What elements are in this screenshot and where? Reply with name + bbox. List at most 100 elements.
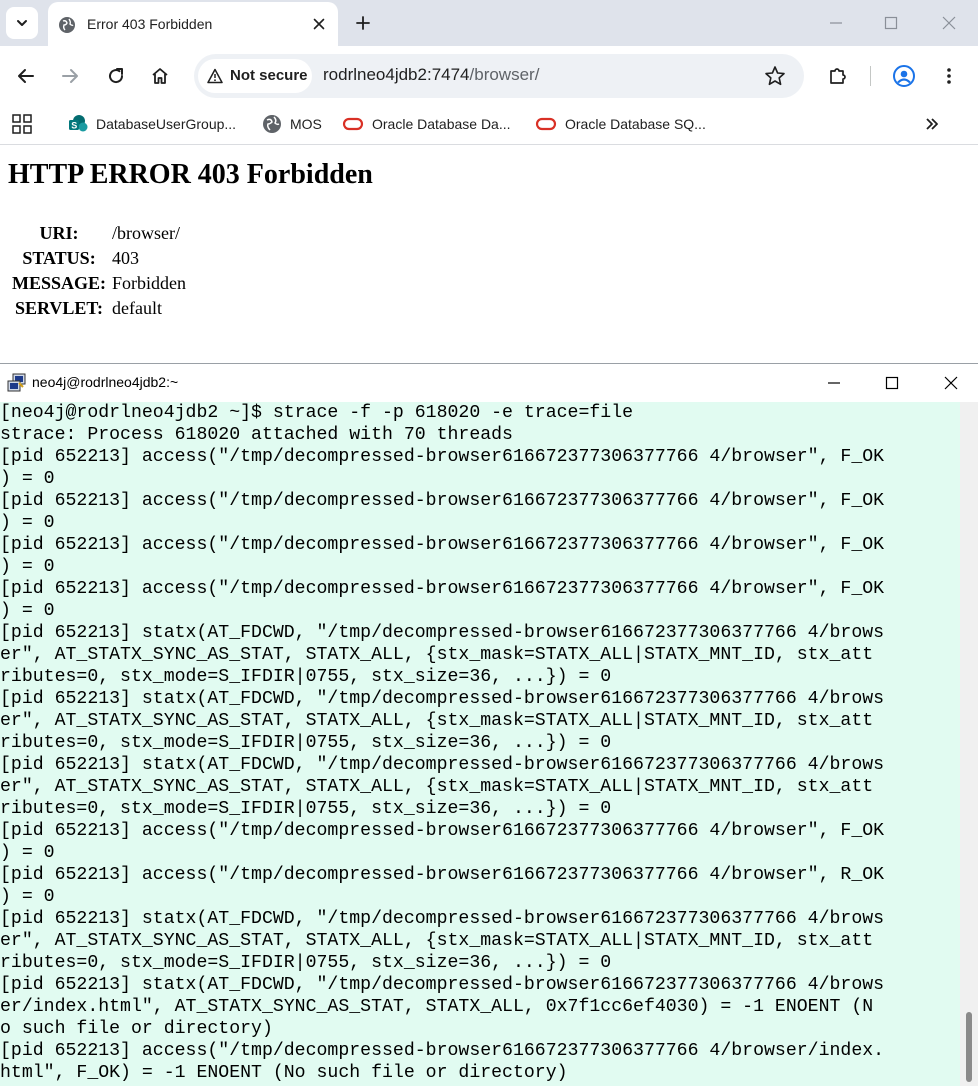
site-info-button[interactable]: Not secure	[198, 59, 312, 93]
browser-toolbar: Not secure rodrlneo4jdb2:7474/browser/	[0, 46, 978, 104]
uri-label: URI:	[39, 223, 79, 243]
terminal-line: er", AT_STATX_SYNC_AS_STAT, STATX_ALL, {…	[0, 931, 874, 951]
putty-icon	[7, 373, 26, 392]
maximize-button[interactable]	[880, 12, 902, 34]
terminal-line: er", AT_STATX_SYNC_AS_STAT, STATX_ALL, {…	[0, 645, 874, 665]
forward-button[interactable]	[58, 64, 82, 88]
puzzle-icon	[830, 68, 846, 84]
sharepoint-icon: S	[68, 114, 88, 134]
home-icon	[152, 68, 168, 84]
scrollbar-thumb[interactable]	[966, 1012, 972, 1082]
maximize-icon	[884, 16, 898, 30]
terminal-line: ributes=0, stx_mode=S_IFDIR|0755, stx_si…	[0, 799, 612, 819]
bookmark-oracle-database-sq[interactable]: Oracle Database SQ...	[535, 113, 706, 135]
terminal-scrollbar[interactable]	[960, 402, 978, 1086]
terminal-close-button[interactable]	[942, 374, 960, 392]
oracle-icon	[535, 116, 557, 132]
terminal-line: er", AT_STATX_SYNC_AS_STAT, STATX_ALL, {…	[0, 711, 874, 731]
terminal-line: [pid 652213] access("/tmp/decompressed-b…	[0, 535, 885, 555]
terminal-line: [pid 652213] statx(AT_FDCWD, "/tmp/decom…	[0, 975, 885, 995]
terminal-output[interactable]: [neo4j@rodrlneo4jdb2 ~]$ strace -f -p 61…	[0, 402, 960, 1086]
reload-icon	[109, 68, 124, 84]
terminal-line: o such file or directory)	[0, 1019, 273, 1039]
oracle-icon	[342, 116, 364, 132]
servlet-label: SERVLET:	[14, 298, 104, 318]
tab-title: Error 403 Forbidden	[87, 16, 213, 32]
star-icon[interactable]	[764, 65, 786, 87]
minimize-icon	[828, 382, 840, 384]
extensions-button[interactable]	[826, 64, 850, 88]
minimize-button[interactable]	[825, 12, 847, 34]
minimize-icon	[830, 22, 842, 24]
terminal-line: ) = 0	[0, 601, 55, 621]
plus-icon	[356, 16, 370, 30]
bookmarks-bar: S DatabaseUserGroup... MOS Oracle Databa…	[0, 104, 978, 145]
close-window-button[interactable]	[938, 12, 960, 34]
close-icon	[944, 376, 958, 390]
servlet-value: default	[112, 298, 163, 318]
chevron-double-right-icon	[926, 118, 938, 130]
bookmark-label: MOS	[290, 116, 322, 132]
security-label: Not secure	[230, 67, 308, 84]
terminal-line: [pid 652213] access("/tmp/decompressed-b…	[0, 447, 885, 467]
close-icon	[942, 16, 956, 30]
globe-icon	[59, 17, 75, 33]
address-bar[interactable]: Not secure rodrlneo4jdb2:7474/browser/	[194, 54, 804, 98]
terminal-minimize-button[interactable]	[825, 374, 843, 392]
terminal-titlebar: neo4j@rodrlneo4jdb2:~	[0, 364, 978, 402]
terminal-title: neo4j@rodrlneo4jdb2:~	[32, 374, 179, 390]
page-title: HTTP ERROR 403 Forbidden	[8, 159, 373, 190]
url-text[interactable]: rodrlneo4jdb2:7474/browser/	[323, 65, 539, 85]
apps-grid-icon	[12, 114, 32, 134]
bookmark-mos[interactable]: MOS	[262, 113, 322, 135]
terminal-text: [neo4j@rodrlneo4jdb2 ~]$ strace -f -p 61…	[0, 402, 960, 1084]
terminal-line: [pid 652213] statx(AT_FDCWD, "/tmp/decom…	[0, 755, 885, 775]
message-label: MESSAGE:	[12, 273, 107, 293]
warning-icon	[207, 68, 223, 84]
status-value: 403	[112, 248, 140, 268]
bookmark-database-user-group[interactable]: S DatabaseUserGroup...	[68, 113, 236, 135]
reload-button[interactable]	[104, 64, 128, 88]
terminal-line: ) = 0	[0, 469, 55, 489]
bookmark-label: Oracle Database Da...	[372, 116, 511, 132]
table-row: URI: /browser/	[10, 223, 188, 244]
chevron-down-icon	[17, 20, 27, 26]
terminal-line: html", F_OK) = -1 ENOENT (No such file o…	[0, 1063, 568, 1083]
tab-search-button[interactable]	[6, 7, 38, 39]
tab-close-button[interactable]	[310, 15, 328, 33]
menu-button[interactable]	[937, 64, 961, 88]
terminal-line: [pid 652213] access("/tmp/decompressed-b…	[0, 579, 885, 599]
account-icon	[893, 65, 915, 87]
status-label: STATUS:	[22, 248, 96, 268]
uri-value: /browser/	[112, 223, 181, 243]
svg-text:S: S	[71, 121, 77, 131]
terminal-line: strace: Process 618020 attached with 70 …	[0, 425, 513, 445]
home-button[interactable]	[148, 64, 172, 88]
terminal-line: [pid 652213] access("/tmp/decompressed-b…	[0, 1041, 885, 1061]
close-icon	[313, 18, 325, 30]
message-value: Forbidden	[112, 273, 187, 293]
arrow-right-icon	[62, 69, 78, 83]
tab-strip: Error 403 Forbidden	[0, 0, 978, 46]
tab-error-403[interactable]: Error 403 Forbidden	[48, 2, 338, 46]
bookmark-label: Oracle Database SQ...	[565, 116, 706, 132]
more-vert-icon	[947, 68, 951, 84]
toolbar-divider	[870, 66, 871, 86]
terminal-line: ributes=0, stx_mode=S_IFDIR|0755, stx_si…	[0, 953, 612, 973]
terminal-line: ) = 0	[0, 557, 55, 577]
bookmark-oracle-database-da[interactable]: Oracle Database Da...	[342, 113, 511, 135]
terminal-maximize-button[interactable]	[883, 374, 901, 392]
terminal-line: [pid 652213] statx(AT_FDCWD, "/tmp/decom…	[0, 909, 885, 929]
more-bookmarks-button[interactable]	[924, 113, 940, 135]
apps-button[interactable]	[12, 113, 32, 135]
terminal-line: ) = 0	[0, 513, 55, 533]
profile-button[interactable]	[892, 64, 916, 88]
back-button[interactable]	[14, 64, 38, 88]
error-details-table: URI: /browser/ STATUS: 403 MESSAGE: Forb…	[8, 219, 190, 323]
terminal-line: ) = 0	[0, 887, 55, 907]
new-tab-button[interactable]	[352, 12, 374, 34]
terminal-line: [neo4j@rodrlneo4jdb2 ~]$ strace -f -p 61…	[0, 403, 634, 423]
globe-icon	[262, 114, 282, 134]
url-path: /browser/	[469, 65, 540, 84]
page-content: HTTP ERROR 403 Forbidden URI: /browser/ …	[0, 145, 978, 363]
